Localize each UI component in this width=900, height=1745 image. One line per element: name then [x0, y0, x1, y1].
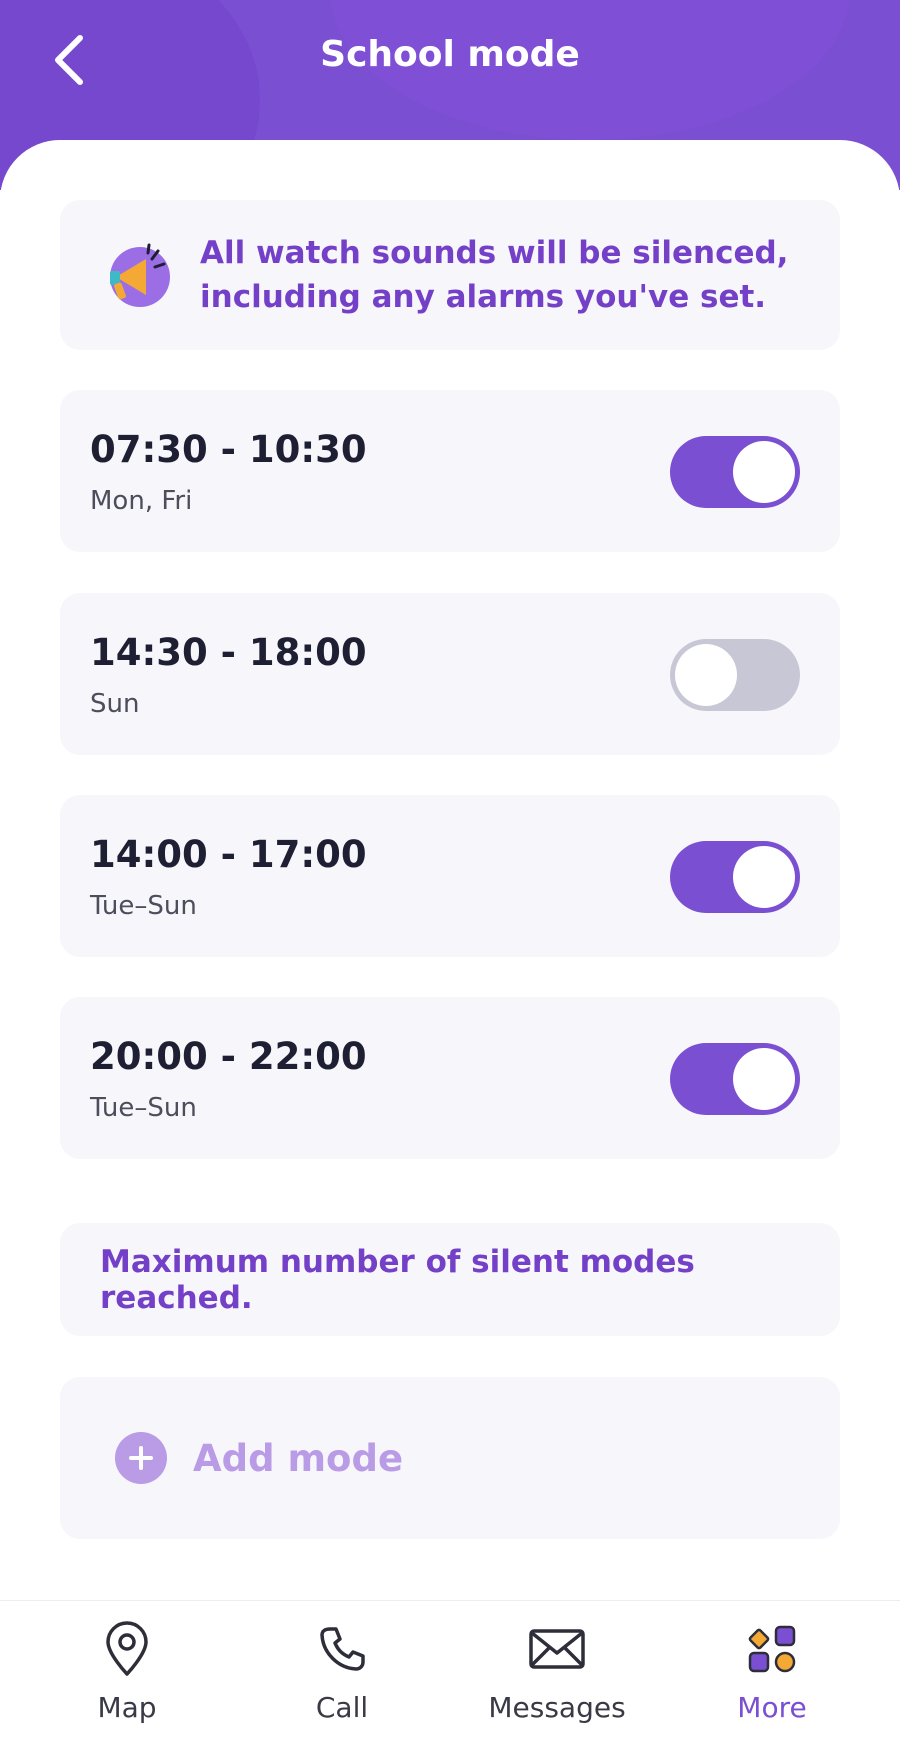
info-banner: All watch sounds will be silenced, inclu… — [60, 200, 840, 350]
schedule-item[interactable]: 14:30 - 18:00 Sun — [60, 593, 840, 755]
schedule-toggle[interactable] — [670, 1043, 800, 1115]
limit-message-text: Maximum number of silent modes reached. — [100, 1243, 695, 1316]
nav-label: Call — [315, 1691, 369, 1724]
envelope-icon — [527, 1619, 587, 1679]
bottom-nav: Map Call Messages More — [0, 1600, 900, 1745]
plus-glyph — [129, 1446, 153, 1470]
limit-message: Maximum number of silent modes reached. — [60, 1223, 840, 1336]
schedule-days: Tue–Sun — [90, 891, 197, 921]
nav-label: More — [737, 1691, 807, 1724]
info-text: All watch sounds will be silenced, inclu… — [200, 231, 788, 319]
toggle-knob — [733, 441, 795, 503]
toggle-knob — [675, 644, 737, 706]
info-text-line: including any alarms you've set. — [200, 279, 767, 315]
nav-item-map[interactable]: Map — [27, 1619, 227, 1739]
phone-icon — [312, 1619, 372, 1679]
schedule-days: Sun — [90, 689, 140, 719]
page-title: School mode — [320, 34, 580, 75]
nav-label: Map — [97, 1691, 157, 1724]
schedule-days: Mon, Fri — [90, 486, 193, 516]
plus-icon — [115, 1432, 167, 1484]
schedule-toggle[interactable] — [670, 639, 800, 711]
add-mode-label: Add mode — [193, 1436, 404, 1480]
nav-item-more[interactable]: More — [672, 1619, 872, 1739]
schedule-time: 20:00 - 22:00 — [90, 1035, 367, 1078]
info-text-line: All watch sounds will be silenced, — [200, 235, 789, 271]
nav-label: Messages — [488, 1691, 626, 1724]
schedule-time: 07:30 - 10:30 — [90, 428, 367, 471]
schedule-toggle[interactable] — [670, 841, 800, 913]
schedule-time: 14:30 - 18:00 — [90, 631, 367, 674]
nav-item-messages[interactable]: Messages — [457, 1619, 657, 1739]
megaphone-icon — [110, 243, 170, 307]
apps-grid-icon — [742, 1619, 802, 1679]
schedule-item[interactable]: 14:00 - 17:00 Tue–Sun — [60, 795, 840, 957]
schedule-item[interactable]: 20:00 - 22:00 Tue–Sun — [60, 997, 840, 1159]
schedule-time: 14:00 - 17:00 — [90, 833, 367, 876]
schedule-toggle[interactable] — [670, 436, 800, 508]
toggle-knob — [733, 1048, 795, 1110]
nav-item-call[interactable]: Call — [242, 1619, 442, 1739]
schedule-days: Tue–Sun — [90, 1093, 197, 1123]
toggle-knob — [733, 846, 795, 908]
schedule-item[interactable]: 07:30 - 10:30 Mon, Fri — [60, 390, 840, 552]
map-pin-icon — [97, 1619, 157, 1679]
add-mode-button[interactable]: Add mode — [60, 1377, 840, 1539]
